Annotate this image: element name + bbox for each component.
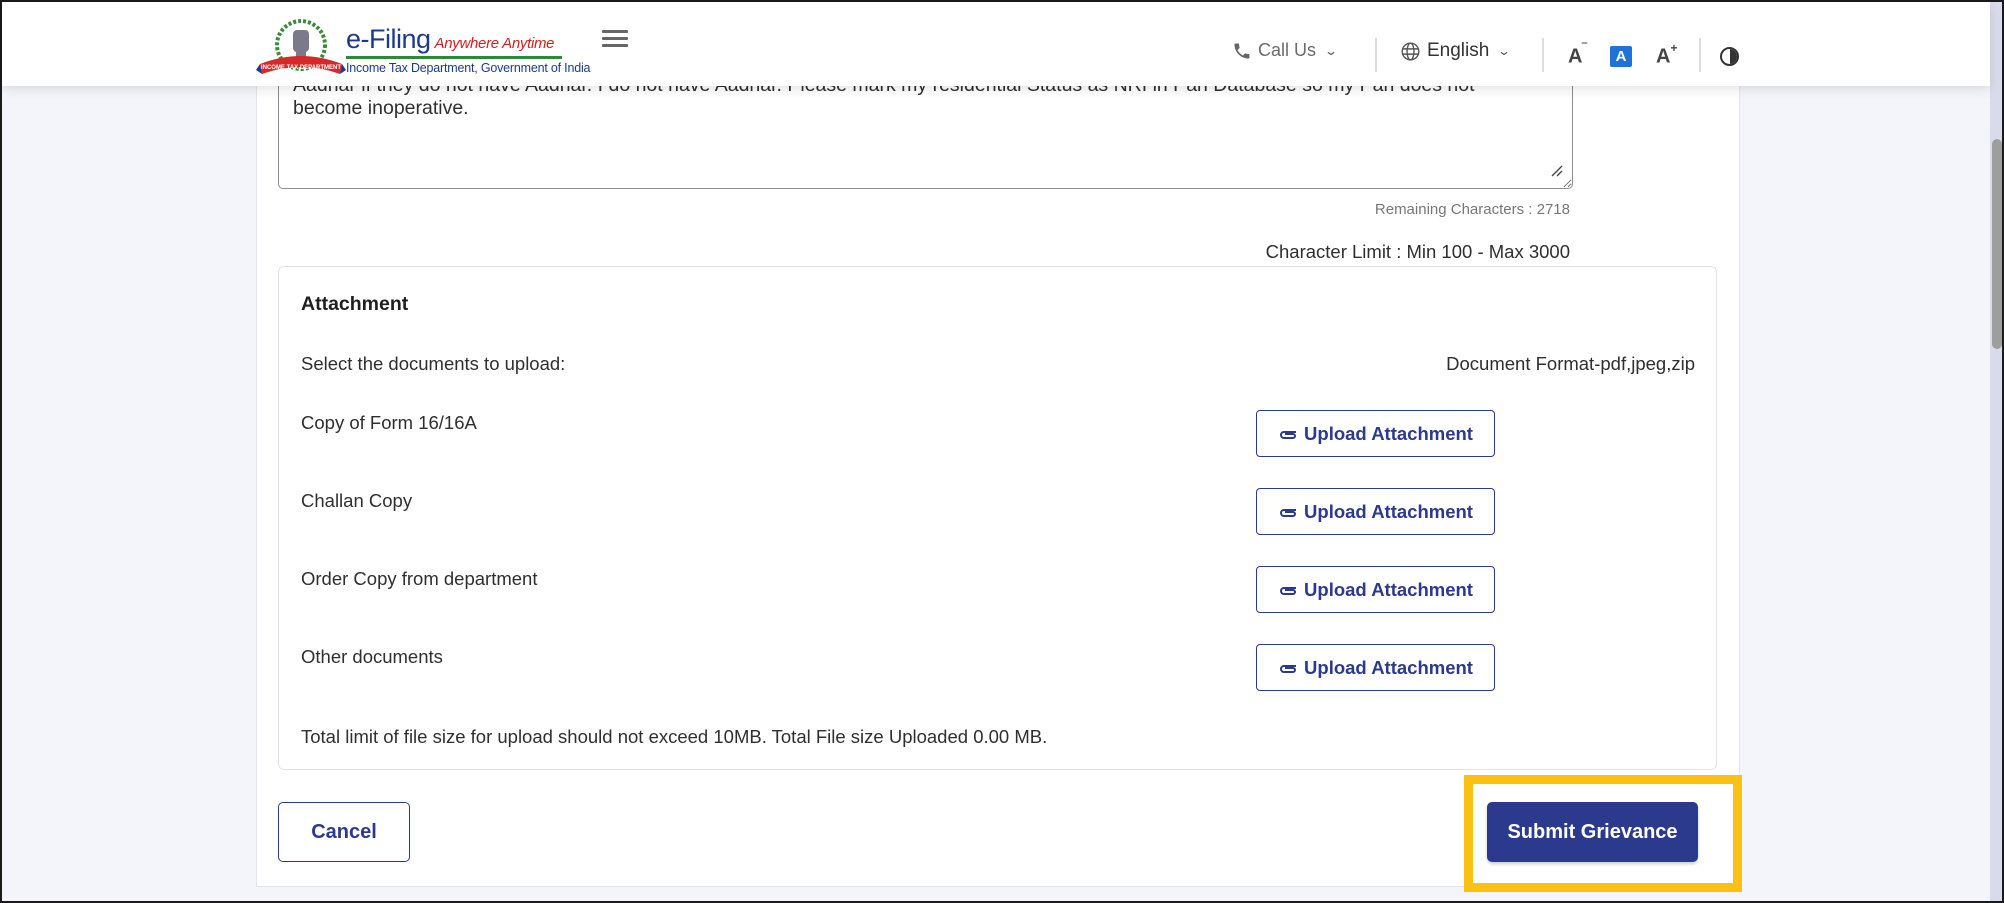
scrollbar-thumb[interactable]: [1992, 139, 2002, 349]
logo-ribbon-text: INCOME TAX DEPARTMENT: [261, 65, 341, 71]
document-label: Copy of Form 16/16A: [301, 412, 477, 433]
divider: [1375, 38, 1377, 72]
description-line: become inoperative.: [293, 97, 469, 119]
upload-attachment-button[interactable]: Upload Attachment: [1256, 644, 1495, 691]
chevron-down-icon: ⌄: [1324, 43, 1339, 58]
paperclip-icon: [1280, 664, 1297, 673]
phone-icon: [1234, 43, 1250, 58]
attachment-card: Attachment Select the documents to uploa…: [278, 266, 1717, 770]
language-dropdown[interactable]: English ⌄: [1400, 40, 1512, 62]
upload-attachment-button[interactable]: Upload Attachment: [1256, 488, 1495, 535]
resize-handle-icon[interactable]: [1550, 164, 1564, 178]
select-documents-label: Select the documents to upload:: [301, 353, 566, 374]
language-label: English: [1427, 40, 1490, 61]
remaining-characters: Remaining Characters : 2718: [1374, 201, 1570, 218]
call-us-label: Call Us: [1258, 40, 1317, 60]
paperclip-icon: [1280, 586, 1297, 595]
brand-subtitle: Income Tax Department, Government of Ind…: [346, 61, 591, 75]
document-label: Other documents: [301, 646, 443, 667]
brand-underline: [346, 56, 562, 59]
attachment-title: Attachment: [301, 293, 409, 315]
font-increase-button[interactable]: A+: [1656, 41, 1677, 69]
file-size-limit-note: Total limit of file size for upload shou…: [301, 726, 1048, 747]
paperclip-icon: [1280, 508, 1297, 517]
paperclip-icon: [1280, 430, 1297, 439]
divider: [1542, 38, 1544, 72]
income-tax-emblem-logo[interactable]: INCOME TAX DEPARTMENT: [256, 18, 346, 80]
document-label: Challan Copy: [301, 490, 413, 511]
font-decrease-button[interactable]: A‾: [1568, 41, 1586, 69]
font-default-button[interactable]: A: [1610, 46, 1632, 67]
top-header: INCOME TAX DEPARTMENT e-Filing Anywhere A…: [2, 2, 1990, 86]
brand-name: e-Filing: [346, 24, 431, 54]
brand[interactable]: e-Filing Anywhere Anytime Income Tax Depa…: [346, 24, 590, 75]
upload-attachment-button[interactable]: Upload Attachment: [1256, 410, 1495, 457]
hamburger-icon[interactable]: [602, 30, 628, 50]
scrollbar-track[interactable]: [1990, 2, 2002, 901]
globe-icon: [1401, 41, 1420, 61]
cancel-button[interactable]: Cancel: [278, 802, 410, 862]
contrast-icon[interactable]: [1720, 47, 1739, 66]
submit-grievance-button[interactable]: Submit Grievance: [1487, 802, 1698, 862]
upload-attachment-button[interactable]: Upload Attachment: [1256, 566, 1495, 613]
divider: [1699, 38, 1701, 72]
chevron-down-icon: ⌄: [1497, 44, 1512, 58]
document-label: Order Copy from department: [301, 568, 538, 589]
document-format-label: Document Format-pdf,jpeg,zip: [1446, 353, 1695, 374]
brand-tagline: Anywhere Anytime: [434, 35, 555, 52]
call-us-dropdown[interactable]: Call Us ⌄: [1232, 40, 1339, 61]
character-limit: Character Limit : Min 100 - Max 3000: [1265, 241, 1570, 262]
